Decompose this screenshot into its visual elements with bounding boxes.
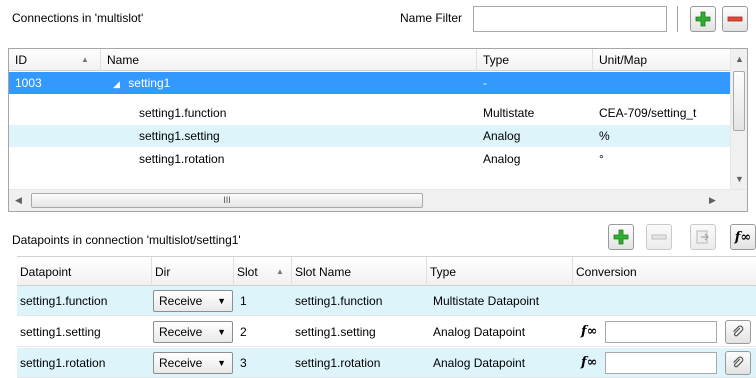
connection-unit: %: [599, 129, 610, 143]
connection-unit: [593, 72, 731, 94]
connection-type: -: [483, 76, 487, 90]
slot-name: setting1.rotation: [295, 356, 381, 370]
function-icon: f∞: [734, 229, 752, 245]
direction-dropdown[interactable]: Receive ▼: [153, 321, 233, 343]
column-header-slot[interactable]: Slot ▲: [234, 257, 292, 287]
datapoint-type: Multistate Datapoint: [433, 294, 540, 308]
chevron-down-icon: ▼: [217, 327, 226, 337]
slot-number: 2: [240, 325, 247, 339]
connection-name: setting1.setting: [139, 129, 220, 143]
plus-icon: [695, 11, 711, 27]
datapoints-table-header: Datapoint Dir Slot ▲ Slot Name Type Conv…: [17, 256, 756, 287]
direction-dropdown[interactable]: Receive ▼: [153, 352, 233, 374]
datapoint-name: setting1.setting: [20, 325, 101, 339]
chevron-down-icon: ▼: [217, 358, 226, 368]
connections-label: Connections in 'multislot': [12, 11, 144, 25]
connection-type: Analog: [483, 152, 521, 166]
connection-name: setting1.function: [139, 106, 227, 120]
vertical-scroll-thumb[interactable]: [733, 71, 745, 131]
datapoints-table: Datapoint Dir Slot ▲ Slot Name Type Conv…: [17, 256, 756, 287]
connection-name: setting1: [128, 76, 171, 90]
horizontal-scrollbar[interactable]: ◀ III ▶: [9, 189, 747, 211]
datapoint-name: setting1.rotation: [20, 356, 106, 370]
direction-dropdown[interactable]: Receive ▼: [153, 290, 233, 312]
paperclip-icon: [733, 325, 744, 337]
slot-number: 1: [240, 294, 247, 308]
datapoint-row[interactable]: setting1.function Receive ▼ 1 setting1.f…: [17, 286, 756, 316]
arrow-right-doc-icon: [696, 230, 709, 244]
function-icon[interactable]: f∞: [581, 348, 597, 378]
slot-name: setting1.setting: [295, 325, 376, 339]
connection-name: setting1.rotation: [139, 152, 225, 166]
connection-row[interactable]: setting1.rotation Analog °: [9, 148, 731, 170]
column-header-type[interactable]: Type: [477, 49, 593, 71]
datapoint-name: setting1.function: [20, 294, 108, 308]
scroll-down-icon[interactable]: ▼: [735, 175, 744, 184]
datapoint-type: Analog Datapoint: [433, 325, 526, 339]
datapoint-type: Analog Datapoint: [433, 356, 526, 370]
scroll-left-icon[interactable]: ◀: [15, 196, 22, 205]
name-filter-input[interactable]: [473, 6, 667, 32]
minus-icon: [651, 234, 667, 240]
connections-table-header: ID ▲ Name Type Unit/Map: [9, 49, 731, 71]
attach-conversion-button[interactable]: [725, 320, 751, 344]
vertical-scrollbar[interactable]: ▲ ▼: [730, 49, 747, 190]
scroll-up-icon[interactable]: ▲: [735, 55, 744, 64]
slot-number: 3: [240, 356, 247, 370]
toolbar-separator: [677, 6, 679, 32]
conversion-input[interactable]: [605, 321, 717, 343]
column-header-name[interactable]: Name: [101, 49, 477, 71]
add-connection-button[interactable]: [690, 6, 716, 32]
conversion-input[interactable]: [605, 352, 717, 374]
name-filter-label: Name Filter: [400, 11, 463, 25]
horizontal-scroll-thumb[interactable]: III: [31, 193, 423, 208]
attach-conversion-button[interactable]: [725, 351, 751, 375]
column-header-type[interactable]: Type: [427, 257, 573, 287]
paperclip-icon: [733, 356, 744, 368]
minus-icon: [727, 16, 743, 22]
slot-name: setting1.function: [295, 294, 383, 308]
plus-icon: [613, 229, 629, 245]
collapse-arrow-icon[interactable]: ◢: [113, 79, 120, 89]
goto-datapoint-button[interactable]: [690, 224, 716, 250]
conversion-function-button[interactable]: f∞: [730, 224, 756, 250]
remove-datapoint-button[interactable]: [646, 224, 672, 250]
datapoint-row[interactable]: setting1.setting Receive ▼ 2 setting1.se…: [17, 317, 756, 347]
datapoints-label: Datapoints in connection 'multislot/sett…: [12, 233, 241, 247]
connection-row[interactable]: setting1.function Multistate CEA-709/set…: [9, 102, 731, 124]
connection-type: Multistate: [483, 106, 535, 120]
remove-connection-button[interactable]: [722, 6, 748, 32]
connection-unit: CEA-709/setting_t: [599, 106, 697, 120]
connection-unit: °: [599, 152, 604, 166]
sort-asc-icon: ▲: [81, 55, 89, 64]
column-header-unit-map[interactable]: Unit/Map: [593, 49, 731, 71]
connections-table: ID ▲ Name Type Unit/Map 1003 ◢ setting1 …: [8, 48, 748, 212]
add-datapoint-button[interactable]: [608, 224, 634, 250]
connection-row[interactable]: 1003 ◢ setting1 -: [9, 72, 731, 94]
chevron-down-icon: ▼: [217, 296, 226, 306]
connection-id: 1003: [15, 76, 42, 90]
scroll-right-icon[interactable]: ▶: [709, 196, 716, 205]
column-header-datapoint[interactable]: Datapoint: [17, 257, 152, 287]
connection-row[interactable]: setting1.setting Analog %: [9, 125, 731, 147]
column-header-slot-name[interactable]: Slot Name: [292, 257, 427, 287]
connection-type: Analog: [483, 129, 521, 143]
sort-asc-icon: ▲: [276, 267, 284, 276]
column-header-id[interactable]: ID ▲: [9, 49, 101, 71]
column-header-conversion[interactable]: Conversion: [573, 257, 756, 287]
column-header-dir[interactable]: Dir: [152, 257, 234, 287]
datapoint-row[interactable]: setting1.rotation Receive ▼ 3 setting1.r…: [17, 348, 756, 378]
connection-name-cell: ◢ setting1: [101, 72, 477, 94]
function-icon[interactable]: f∞: [581, 317, 597, 347]
